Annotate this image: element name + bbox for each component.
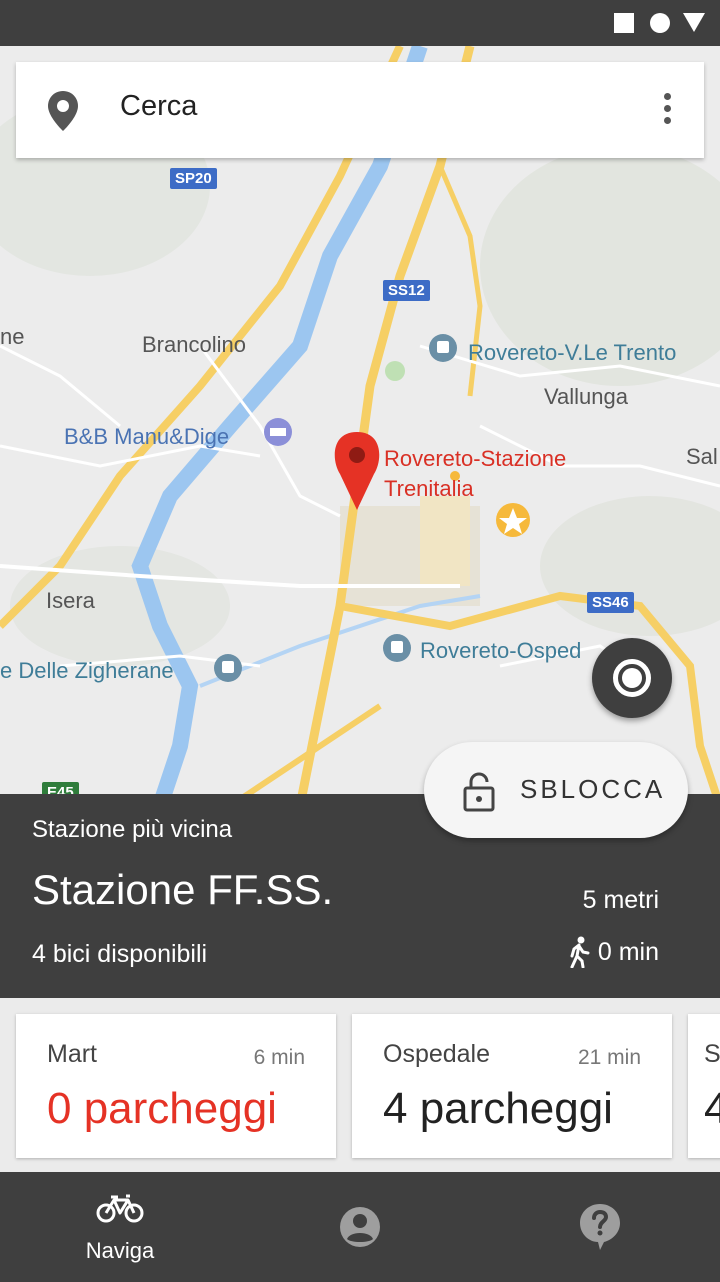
map-label: Vallunga <box>544 384 628 409</box>
map-label-transit: Rovereto-V.Le Trento <box>468 340 677 365</box>
road-badge: SS12 <box>383 280 430 301</box>
bottom-navigation: Naviga <box>0 1172 720 1282</box>
map-label-transit: e Delle Zigherane <box>0 658 174 683</box>
parking-card[interactable]: S 4 <box>688 1014 720 1158</box>
panel-caption: Stazione più vicina <box>32 816 233 843</box>
square-icon <box>614 13 634 33</box>
map-label: Brancolino <box>142 332 246 357</box>
status-bar <box>0 0 720 46</box>
map-label-station-line1: Rovereto-Stazione <box>384 446 567 471</box>
nav-item-help[interactable] <box>480 1172 720 1282</box>
unlock-button-label: SBLOCCA <box>520 774 666 804</box>
account-circle-icon <box>340 1207 380 1247</box>
nav-item-profile[interactable] <box>240 1172 480 1282</box>
search-input[interactable]: Cerca <box>120 90 197 123</box>
unlock-button[interactable]: SBLOCCA <box>424 742 688 838</box>
bikes-available: 4 bici disponibili <box>32 940 208 968</box>
parking-count: 4 <box>704 1084 720 1133</box>
my-location-button[interactable] <box>592 638 672 718</box>
road-badge: SS46 <box>587 592 634 613</box>
bike-icon <box>96 1194 144 1223</box>
parking-name: S <box>704 1040 720 1068</box>
map-label: Sal <box>686 444 718 469</box>
map-label-station-line2: Trenitalia <box>384 476 474 501</box>
parking-time: 21 min <box>577 1046 641 1069</box>
station-distance: 5 metri <box>582 886 659 914</box>
parking-time: 6 min <box>253 1046 305 1069</box>
help-icon <box>580 1204 620 1250</box>
parking-name: Ospedale <box>383 1040 491 1068</box>
location-pin-icon <box>48 91 78 131</box>
map-label: ne <box>0 324 25 349</box>
parking-card[interactable]: Ospedale 21 min 4 parcheggi <box>352 1014 672 1158</box>
station-name: Stazione FF.SS. <box>32 866 334 913</box>
walk-time-value: 0 min <box>597 937 659 966</box>
map-label-hotel: B&B Manu&Dige <box>64 424 230 449</box>
circle-icon <box>650 13 670 33</box>
parking-count: 0 parcheggi <box>47 1084 277 1133</box>
map-label-station: Rovereto-Stazione Trenitalia <box>384 444 566 504</box>
more-vert-icon[interactable] <box>664 93 671 129</box>
walk-time: 0 min <box>568 936 659 968</box>
parking-count: 4 parcheggi <box>383 1084 613 1133</box>
road-badge: SP20 <box>170 168 217 189</box>
lock-open-icon <box>463 772 495 812</box>
parking-card[interactable]: Mart 6 min 0 parcheggi <box>16 1014 336 1158</box>
nav-item-naviga[interactable]: Naviga <box>0 1172 240 1282</box>
parking-list[interactable]: Mart 6 min 0 parcheggi Ospedale 21 min 4… <box>0 998 720 1172</box>
walk-icon <box>570 936 590 968</box>
triangle-icon <box>683 13 705 32</box>
nav-label-naviga: Naviga <box>85 1238 155 1263</box>
map-label-transit: Rovereto-Osped <box>420 638 582 663</box>
parking-name: Mart <box>47 1040 97 1068</box>
map-label: Isera <box>46 588 95 613</box>
